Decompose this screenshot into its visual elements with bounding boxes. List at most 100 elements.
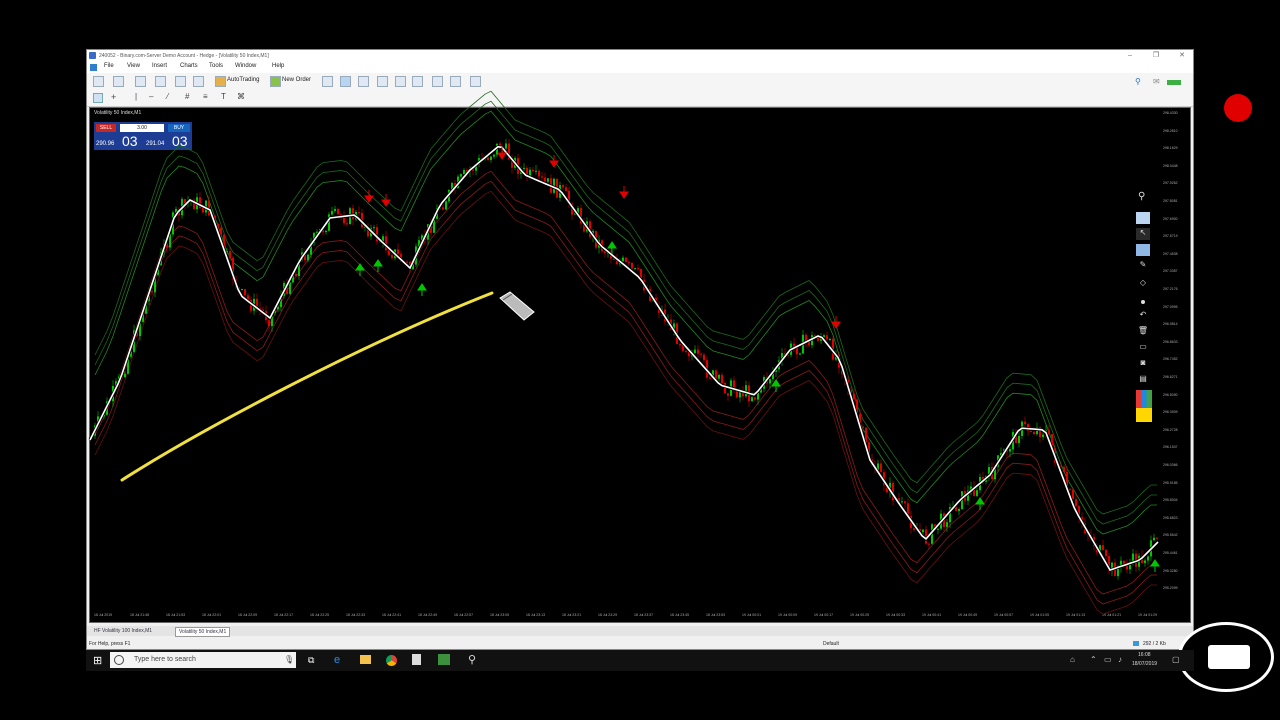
candle-body [697, 349, 699, 354]
tray-network-icon: ▭ [1104, 655, 1112, 664]
envelope-band [94, 170, 1157, 595]
candle-body [463, 170, 465, 175]
sell-arrow-icon [381, 194, 391, 207]
candle-body [544, 177, 546, 182]
candle-body [1069, 489, 1071, 491]
candle-body [1147, 556, 1149, 561]
buy-arrow-icon [975, 497, 985, 510]
taskbar-search[interactable]: Type here to search 🎙 [110, 652, 296, 668]
candle-body [718, 374, 720, 379]
network-icon: ⌂ [1070, 655, 1075, 664]
candle-body [523, 167, 525, 169]
candle-body [913, 528, 915, 531]
candle-body [709, 377, 711, 379]
candle-body [229, 251, 231, 258]
candle-body [634, 268, 636, 270]
candle-body [628, 261, 630, 263]
buy-arrow-icon [355, 263, 365, 276]
candle-body [124, 373, 126, 378]
task-view-icon[interactable]: ⧉ [308, 655, 314, 666]
candle-body [289, 282, 291, 294]
candle-body [442, 207, 444, 210]
candle-body [397, 249, 399, 255]
candle-body [268, 320, 270, 326]
buy-arrow-icon [771, 379, 781, 392]
candle-body [151, 291, 153, 293]
candle-body [1144, 560, 1146, 563]
candle-body [337, 208, 339, 215]
cortana-icon [114, 655, 124, 665]
candle-body [622, 257, 624, 261]
candle-body [829, 339, 831, 340]
candle-body [562, 185, 564, 188]
candle-body [493, 154, 495, 157]
sell-arrow-icon [619, 186, 629, 199]
candle-body [1009, 449, 1011, 452]
candle-body [445, 201, 447, 210]
candle-body [241, 289, 243, 290]
candle-body [1042, 434, 1044, 437]
candle-body [490, 156, 492, 160]
candle-body [631, 262, 633, 269]
candle-body [334, 208, 336, 211]
candle-body [799, 353, 801, 355]
candle-body [1102, 545, 1104, 550]
metatrader-icon[interactable] [438, 654, 450, 665]
candlestick-chart [88, 90, 1160, 615]
map-pin-icon[interactable]: ⚲ [468, 653, 476, 666]
file-explorer-icon[interactable] [360, 655, 371, 664]
candle-body [826, 335, 828, 340]
candle-body [862, 426, 864, 428]
candle-body [1048, 430, 1050, 435]
candle-body [565, 187, 567, 191]
candle-body [1018, 436, 1020, 443]
windows-taskbar: ⊞ Type here to search 🎙 ⧉ e ⚲ ⌂ ⌃ ▭ ♪ 16… [86, 650, 1194, 671]
edge-icon[interactable]: e [334, 654, 340, 666]
candle-body [346, 223, 348, 225]
candle-body [307, 254, 309, 261]
notifications-icon[interactable]: ▢ [1172, 655, 1180, 664]
candle-body [700, 353, 702, 355]
chrome-icon[interactable] [386, 655, 397, 666]
candle-body [535, 170, 537, 172]
candle-body [751, 397, 753, 401]
candle-body [391, 255, 393, 259]
candle-body [532, 169, 534, 172]
buy-arrow-icon [417, 283, 427, 296]
candle-body [1033, 431, 1035, 435]
candle-body [694, 349, 696, 353]
candle-body [625, 257, 627, 262]
candle-body [703, 354, 705, 361]
candle-body [922, 529, 924, 533]
candle-body [1030, 431, 1032, 432]
candle-body [685, 350, 687, 353]
candle-body [880, 463, 882, 473]
candle-body [331, 211, 333, 215]
microphone-icon[interactable]: 🎙 [284, 652, 294, 668]
candle-body [769, 379, 771, 384]
tray-chevron-icon[interactable]: ⌃ [1090, 655, 1097, 664]
candle-body [679, 344, 681, 346]
windows-start-icon[interactable]: ⊞ [93, 654, 102, 667]
wave-line [89, 145, 1159, 571]
candle-body [1153, 537, 1155, 541]
search-placeholder: Type here to search [134, 656, 196, 663]
candle-body [928, 543, 930, 545]
wave-outline [88, 144, 1160, 572]
clock-date[interactable]: 18/07/2019 [1132, 661, 1157, 667]
buy-arrow-icon [1150, 559, 1160, 572]
volume-icon[interactable]: ♪ [1118, 655, 1122, 664]
candle-body [1105, 549, 1107, 557]
clock-time[interactable]: 16:08 [1138, 652, 1151, 658]
sell-arrow-icon [364, 190, 374, 203]
candle-body [244, 289, 246, 296]
candle-body [946, 522, 948, 527]
candle-body [325, 230, 327, 233]
candle-body [1075, 499, 1077, 507]
candle-body [721, 374, 723, 383]
candle-body [754, 397, 756, 400]
candle-body [853, 394, 855, 400]
candle-body [937, 528, 939, 530]
calculator-icon[interactable] [412, 654, 421, 665]
candle-body [1072, 489, 1074, 500]
